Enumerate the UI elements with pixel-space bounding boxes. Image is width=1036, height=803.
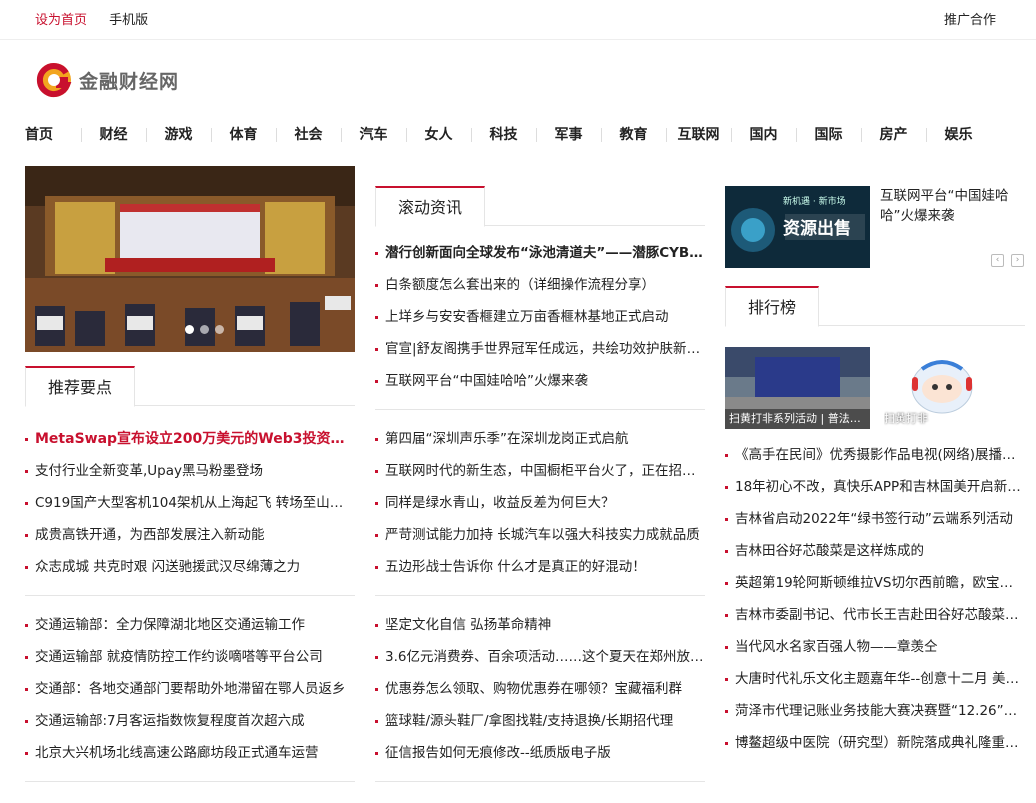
nav-item[interactable]: 娱乐 [926,124,991,146]
promo-cooperation-link[interactable]: 推广合作 [944,9,996,28]
list-item[interactable]: 严苛测试能力加持 长城汽车以强大科技实力成就品质 [375,519,705,551]
nav-item[interactable]: 首页 [25,124,81,146]
rank-thumb-1[interactable]: 扫黄打非系列活动 | 普法宣传 [725,347,870,429]
list-item[interactable]: 优惠券怎么领取、购物优惠券在哪领？宝藏福利群 [375,673,705,705]
carousel-dot[interactable] [185,325,194,334]
list-item[interactable]: 博鳌超级中医院（研究型）新院落成典礼隆重举行 [725,727,1025,759]
nav-item[interactable]: 体育 [211,124,276,146]
list-item[interactable]: 吉林市委副书记、代市长王吉赴田谷好芯酸菜调研 [725,599,1025,631]
list-item[interactable]: 第四届“深圳声乐季”在深圳龙岗正式启航 [375,423,705,455]
main-nav: 首页 财经 游戏 体育 社会 汽车 女人 科技 军事 教育 互联网 国内 国际 … [25,124,1025,146]
list-item[interactable]: 《高手在民间》优秀摄影作品电视(网络)展播活动 [725,439,1025,471]
list-item[interactable]: C919国产大型客机104架机从上海起飞 转场至山东东营 [25,487,355,519]
nav-item[interactable]: 财经 [81,124,146,146]
rank-thumb-caption: 扫黄打非系列活动 | 普法宣传 [729,412,866,425]
list-item[interactable]: 菏泽市代理记账业务技能大赛决赛暨“12.26”代理记账日 [725,695,1025,727]
nav-item[interactable]: 教育 [601,124,666,146]
mobile-version-link[interactable]: 手机版 [109,13,148,28]
news-list-1: 潜行创新面向全球发布“泳池清道夫”——潜豚CYBER 白条额度怎么套出来的（详细… [375,237,705,397]
carousel-dot[interactable] [200,325,209,334]
news-list-2: 第四届“深圳声乐季”在深圳龙岗正式启航 互联网时代的新生态，中国橱柜平台火了，正… [375,423,705,583]
nav-item[interactable]: 房产 [861,124,926,146]
list-item[interactable]: 互联网平台“中国娃哈哈”火爆来袭 [375,365,705,397]
logo-text: 金融财经网 [79,70,180,93]
carousel-dot[interactable] [215,325,224,334]
nav-item[interactable]: 科技 [471,124,536,146]
nav-item[interactable]: 汽车 [341,124,406,146]
feature-image-title: 资源出售 [783,219,851,239]
rank-thumb-caption: 扫黄打非 [884,412,928,425]
nav-item[interactable]: 军事 [536,124,601,146]
list-item[interactable]: 吉林省启动2022年“绿书签行动”云端系列活动 [725,503,1025,535]
banner-carousel[interactable] [25,166,355,352]
rank-header: 排行榜 [725,286,1025,327]
list-item[interactable]: 征信报告如何无痕修改--纸质版电子版 [375,737,705,769]
nav-item[interactable]: 互联网 [666,124,731,146]
nav-item[interactable]: 社会 [276,124,341,146]
logo-icon [35,61,73,99]
list-item[interactable]: 吉林田谷好芯酸菜是这样炼成的 [725,535,1025,567]
list-item[interactable]: 大唐时代礼乐文化主题嘉年华--创意十二月 美好生活 [725,663,1025,695]
list-item[interactable]: 交通部：各地交通部门要帮助外地滞留在鄂人员返乡 [25,673,355,705]
news-list-3: 坚定文化自信 弘扬革命精神 3.6亿元消费券、百余项活动……这个夏天在郑州放心消… [375,609,705,769]
list-item[interactable]: 众志成城 共克时艰 闪送驰援武汉尽绵薄之力 [25,551,355,583]
nav-item[interactable]: 国际 [796,124,861,146]
top-bar: 设为首页 手机版 推广合作 [0,0,1036,40]
list-item[interactable]: 潜行创新面向全球发布“泳池清道夫”——潜豚CYBER [375,237,705,269]
divider [25,781,355,782]
list-item[interactable]: 上垟乡与安安香榧建立万亩香榧林基地正式启动 [375,301,705,333]
list-item[interactable]: 当代风水名家百强人物——章羡仝 [725,631,1025,663]
list-item[interactable]: 18年初心不改，真快乐APP和吉林国美开启新征程 [725,471,1025,503]
site-logo[interactable]: 金融财经网 [35,60,179,100]
divider [375,409,705,410]
feature-caption[interactable]: 互联网平台“中国娃哈哈”火爆来袭 [880,186,1026,226]
list-item[interactable]: 支付行业全新变革,Upay黑马粉墨登场 [25,455,355,487]
list-item[interactable]: 英超第19轮阿斯顿维拉VS切尔西前瞻，欧宝体育推荐 [725,567,1025,599]
list-item[interactable]: 白条额度怎么套出来的（详细操作流程分享） [375,269,705,301]
next-arrow-icon[interactable]: › [1011,254,1024,267]
divider [375,781,705,782]
recommend-section: 推荐要点 [25,366,355,407]
rank-list: 《高手在民间》优秀摄影作品电视(网络)展播活动 18年初心不改，真快乐APP和吉… [725,439,1025,759]
list-item[interactable]: 交通运输部：全力保障湖北地区交通运输工作 [25,609,355,641]
news-section: 滚动资讯 [375,186,705,227]
rank-section: 排行榜 [725,286,1025,327]
feature-image[interactable]: 新机遇 · 新市场 资源出售 [725,186,870,268]
list-item[interactable]: 北京大兴机场北线高速公路廊坊段正式通车运营 [25,737,355,769]
prev-arrow-icon[interactable]: ‹ [991,254,1004,267]
divider [375,595,705,596]
recommend-list-1: MetaSwap宣布设立200万美元的Web3投资基金 支付行业全新变革,Upa… [25,423,355,583]
set-homepage-link[interactable]: 设为首页 [35,13,87,28]
list-item[interactable]: 官宣|舒友阁携手世界冠军任成远，共绘功效护肤新篇章 [375,333,705,365]
list-item[interactable]: 互联网时代的新生态，中国橱柜平台火了，正在招商加盟 [375,455,705,487]
list-item[interactable]: 同样是绿水青山，收益反差为何巨大？ [375,487,705,519]
nav-item[interactable]: 国内 [731,124,796,146]
recommend-header: 推荐要点 [25,366,355,407]
list-item[interactable]: 成贵高铁开通，为西部发展注入新动能 [25,519,355,551]
list-item[interactable]: 五边形战士告诉你 什么才是真正的好混动！ [375,551,705,583]
list-item[interactable]: 交通运输部 就疫情防控工作约谈嘀嗒等平台公司 [25,641,355,673]
feature-image-subtitle: 新机遇 · 新市场 [783,197,846,207]
news-tab[interactable]: 滚动资讯 [375,186,486,227]
list-item[interactable]: 3.6亿元消费券、百余项活动……这个夏天在郑州放心消费 [375,641,705,673]
recommend-list-2: 交通运输部：全力保障湖北地区交通运输工作 交通运输部 就疫情防控工作约谈嘀嗒等平… [25,609,355,769]
recommend-tab[interactable]: 推荐要点 [25,366,136,407]
rank-tab[interactable]: 排行榜 [725,286,820,327]
list-item[interactable]: 交通运输部:7月客运指数恢复程度首次超六成 [25,705,355,737]
news-header: 滚动资讯 [375,186,705,227]
nav-item[interactable]: 女人 [406,124,471,146]
carousel-dots [185,325,224,334]
list-item[interactable]: MetaSwap宣布设立200万美元的Web3投资基金 [25,423,355,455]
list-item[interactable]: 坚定文化自信 弘扬革命精神 [375,609,705,641]
list-item[interactable]: 篮球鞋/源头鞋厂/拿图找鞋/支持退换/长期招代理 [375,705,705,737]
nav-item[interactable]: 游戏 [146,124,211,146]
divider [25,595,355,596]
rank-thumb-2[interactable]: 扫黄打非 [880,347,1025,429]
